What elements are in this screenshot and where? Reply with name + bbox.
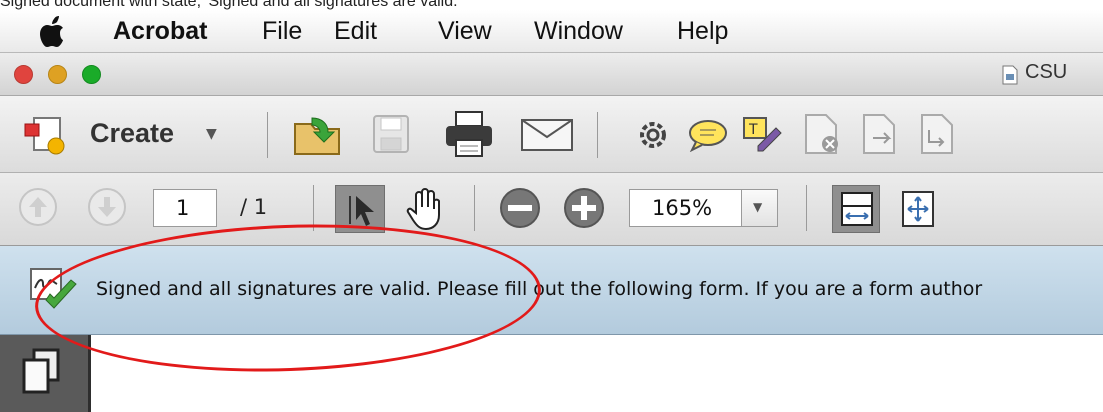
svg-text:T: T <box>748 122 758 138</box>
menu-help[interactable]: Help <box>677 16 728 46</box>
menu-window[interactable]: Window <box>534 16 623 46</box>
caption-text: Signed document with state, 'Signed and … <box>0 0 461 10</box>
create-button[interactable]: Create ▼ <box>22 112 217 156</box>
comment-icon[interactable] <box>688 118 728 152</box>
zoom-level-value: 165% <box>652 196 713 220</box>
page-number-input[interactable]: 1 <box>153 189 217 227</box>
menu-edit[interactable]: Edit <box>334 16 377 46</box>
chevron-down-icon: ▼ <box>753 200 763 214</box>
chevron-down-icon: ▼ <box>206 126 217 142</box>
settings-gear-icon[interactable] <box>636 118 670 152</box>
zoom-level-input[interactable]: 165% <box>629 189 742 227</box>
select-cursor-icon <box>349 196 374 226</box>
menu-view[interactable]: View <box>438 16 492 46</box>
next-page-icon[interactable] <box>87 187 127 227</box>
hand-tool-icon[interactable] <box>404 187 444 231</box>
toolbar-divider <box>474 185 475 231</box>
zoom-dropdown-button[interactable]: ▼ <box>742 189 778 227</box>
toolbar-divider <box>597 112 598 158</box>
app-menu[interactable]: Acrobat <box>113 16 207 46</box>
previous-page-icon[interactable] <box>18 187 58 227</box>
zoom-out-icon[interactable] <box>499 187 541 229</box>
primary-toolbar: Create ▼ T <box>0 96 1103 173</box>
menu-file[interactable]: File <box>262 16 302 46</box>
left-navigation-panel <box>0 335 91 412</box>
page-number-value: 1 <box>176 196 190 220</box>
zoom-window-button[interactable] <box>82 65 101 84</box>
remove-page-icon[interactable] <box>803 112 841 156</box>
create-pdf-icon <box>24 117 65 155</box>
menu-bar: Acrobat File Edit View Window Help <box>0 10 1103 53</box>
window-titlebar: CSU <box>0 53 1103 96</box>
email-icon[interactable] <box>520 118 574 152</box>
page-total: / 1 <box>240 195 268 219</box>
replace-page-icon[interactable] <box>919 112 957 156</box>
toolbar-divider <box>267 112 268 158</box>
navigation-toolbar: 1 / 1 165% ▼ <box>0 173 1103 246</box>
save-icon[interactable] <box>372 114 410 154</box>
print-icon[interactable] <box>444 110 494 158</box>
zoom-in-icon[interactable] <box>563 187 605 229</box>
extract-page-icon[interactable] <box>861 112 899 156</box>
sign-pen-icon[interactable]: T <box>740 114 784 154</box>
page-thumbnails-icon[interactable] <box>20 347 62 395</box>
fit-width-button[interactable] <box>832 185 880 233</box>
create-label: Create <box>90 118 175 148</box>
toolbar-divider <box>806 185 807 231</box>
document-title: CSU <box>1025 61 1068 83</box>
fit-page-icon[interactable] <box>900 189 936 229</box>
fit-width-icon <box>841 192 873 226</box>
close-window-button[interactable] <box>14 65 33 84</box>
pdf-document-icon <box>1002 65 1018 85</box>
open-folder-icon[interactable] <box>292 110 342 158</box>
minimize-window-button[interactable] <box>48 65 67 84</box>
apple-icon[interactable] <box>40 16 68 48</box>
